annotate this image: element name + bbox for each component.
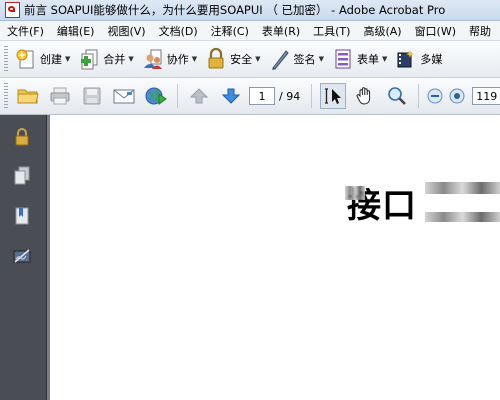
security-settings-icon[interactable]	[11, 126, 33, 148]
select-tool-button[interactable]	[320, 83, 347, 109]
page-number-input[interactable]	[249, 87, 275, 105]
chevron-down-icon: ▼	[255, 55, 261, 63]
printer-icon	[50, 87, 70, 105]
envelope-icon	[113, 89, 135, 104]
email-button[interactable]	[111, 83, 137, 109]
open-folder-button[interactable]	[15, 83, 41, 109]
collaborate-button[interactable]: 协作 ▼	[139, 45, 202, 73]
menu-document[interactable]: 文档(D)	[152, 23, 204, 39]
forms-button[interactable]: 表单 ▼	[329, 45, 392, 73]
multimedia-icon	[395, 47, 417, 71]
create-icon	[15, 47, 37, 71]
title-bar: 前言 SOAPUI能够做什么，为什么要用SOAPUI （ 已加密） - Adob…	[0, 0, 500, 21]
marquee-zoom-button[interactable]	[384, 83, 410, 109]
previous-page-button[interactable]	[186, 83, 212, 109]
menu-forms[interactable]: 表单(R)	[255, 23, 306, 39]
text-cursor-arrow-icon	[325, 88, 342, 104]
toolbar-grip[interactable]	[4, 46, 8, 72]
menu-view[interactable]: 视图(V)	[100, 23, 151, 39]
redacted-text	[425, 212, 500, 222]
bookmarks-icon[interactable]	[11, 205, 33, 227]
arrow-up-icon	[190, 88, 208, 104]
toolbar-grip[interactable]	[4, 83, 8, 109]
zoom-in-icon	[449, 88, 465, 104]
combine-label: 合并	[103, 53, 126, 66]
combine-button[interactable]: 合并 ▼	[75, 45, 138, 73]
zoom-level-input[interactable]	[472, 87, 500, 105]
arrow-down-icon	[222, 88, 240, 104]
navigation-toolbar: / 94	[0, 78, 500, 115]
chevron-down-icon: ▼	[128, 55, 134, 63]
menu-file[interactable]: 文件(F)	[0, 23, 50, 39]
multimedia-button[interactable]: 多媒	[392, 45, 447, 73]
document-page[interactable]	[50, 115, 500, 400]
combine-icon	[78, 47, 100, 71]
chevron-down-icon: ▼	[318, 55, 324, 63]
zoom-out-icon	[427, 88, 443, 104]
toolbar-separator	[418, 84, 420, 108]
task-toolbar: 创建 ▼ 合并 ▼ 协作 ▼ 安全 ▼ 签名 ▼ 表单 ▼ 多媒	[0, 41, 500, 78]
sign-label: 签名	[293, 53, 316, 66]
pages-icon[interactable]	[11, 165, 33, 187]
chevron-down-icon: ▼	[381, 55, 388, 63]
page-count: / 94	[279, 89, 301, 103]
menu-tools[interactable]: 工具(T)	[306, 23, 356, 39]
pen-icon	[269, 47, 291, 71]
print-button[interactable]	[47, 83, 73, 109]
create-button[interactable]: 创建 ▼	[12, 45, 75, 73]
web-button[interactable]	[143, 83, 169, 109]
menu-bar: 文件(F) 编辑(E) 视图(V) 文档(D) 注释(C) 表单(R) 工具(T…	[0, 21, 500, 41]
menu-edit[interactable]: 编辑(E)	[50, 23, 101, 39]
menu-window[interactable]: 窗口(W)	[408, 23, 462, 39]
navigation-panel	[0, 115, 47, 400]
security-button[interactable]: 安全 ▼	[202, 45, 265, 73]
menu-help[interactable]: 帮助	[462, 23, 497, 39]
hand-tool-button[interactable]	[352, 83, 378, 109]
multimedia-label: 多媒	[420, 53, 443, 66]
hand-icon	[356, 87, 371, 105]
chevron-down-icon: ▼	[65, 55, 71, 63]
toolbar-separator	[311, 84, 313, 108]
menu-advanced[interactable]: 高级(A)	[356, 23, 407, 39]
signatures-icon[interactable]	[11, 245, 33, 267]
window-title: 前言 SOAPUI能够做什么，为什么要用SOAPUI （ 已加密） - Adob…	[24, 3, 446, 17]
globe-icon	[145, 87, 167, 105]
folder-icon	[17, 89, 39, 104]
magnifier-icon	[388, 87, 407, 105]
collaborate-icon	[142, 47, 164, 71]
lock-icon	[205, 47, 227, 71]
security-label: 安全	[230, 53, 253, 66]
chevron-down-icon: ▼	[191, 55, 198, 63]
sign-button[interactable]: 签名 ▼	[266, 45, 329, 73]
acrobat-app-icon	[5, 2, 20, 18]
redacted-text	[345, 186, 365, 200]
create-label: 创建	[40, 53, 62, 66]
toolbar-separator	[177, 84, 178, 108]
zoom-out-button[interactable]	[426, 83, 444, 109]
forms-label: 表单	[356, 53, 379, 66]
save-button[interactable]	[79, 83, 105, 109]
next-page-button[interactable]	[218, 83, 244, 109]
forms-icon	[332, 47, 354, 71]
redacted-text	[425, 182, 500, 194]
menu-comments[interactable]: 注释(C)	[204, 23, 255, 39]
zoom-in-button[interactable]	[448, 83, 466, 109]
collaborate-label: 协作	[166, 53, 189, 66]
disk-icon	[83, 87, 101, 105]
